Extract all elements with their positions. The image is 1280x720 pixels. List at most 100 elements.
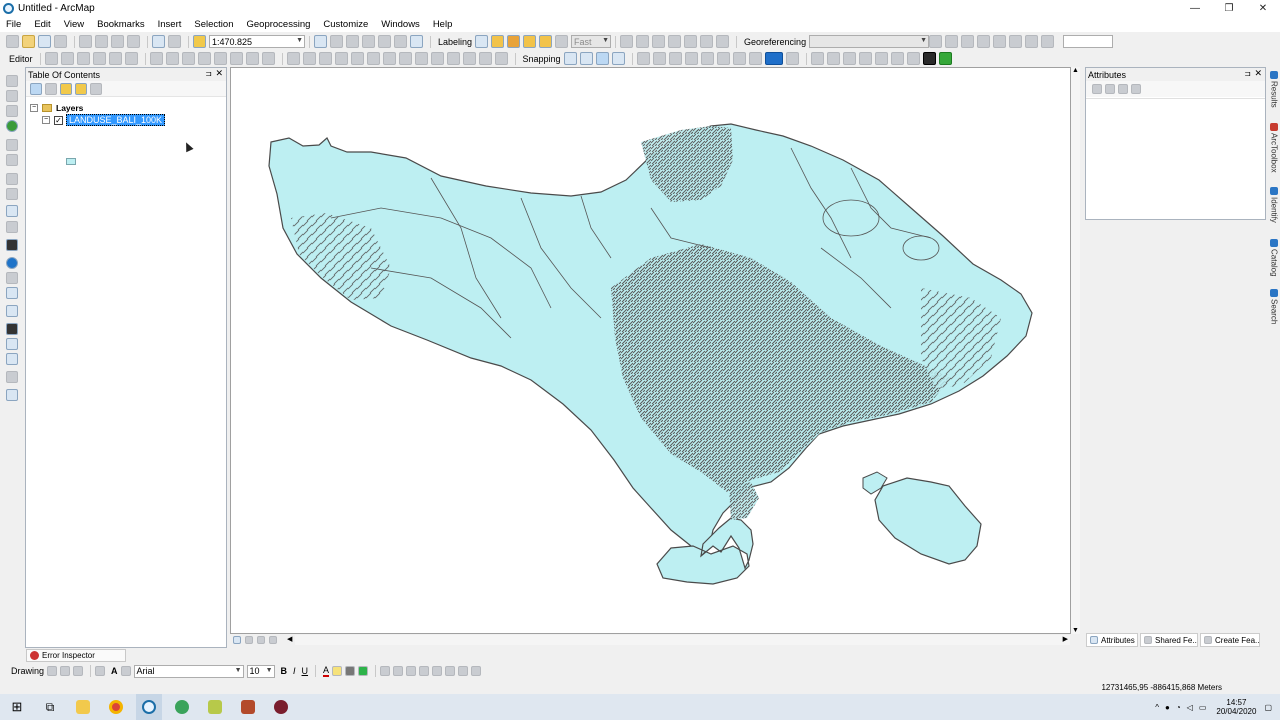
taskbar-arccatalog[interactable] <box>202 694 228 720</box>
simplify-icon[interactable] <box>471 666 482 676</box>
create-features-icon[interactable] <box>261 52 275 65</box>
restore-button[interactable]: ❐ <box>1212 0 1246 16</box>
offset-icon[interactable] <box>366 52 380 65</box>
reset-icon[interactable] <box>716 35 730 48</box>
point-snapping-icon[interactable] <box>563 52 577 65</box>
merge-icon[interactable] <box>478 52 492 65</box>
end-point-arc-icon[interactable] <box>92 52 106 65</box>
clear-selection-icon[interactable] <box>6 221 18 233</box>
label-weights-icon[interactable] <box>507 35 521 48</box>
shared-features-tab[interactable]: Shared Fe... <box>1140 633 1198 647</box>
html-popup-icon[interactable] <box>6 287 18 299</box>
zoom-out-fixed-icon[interactable] <box>668 52 682 65</box>
layer-symbol-swatch[interactable] <box>66 158 76 165</box>
menu-selection[interactable]: Selection <box>194 19 233 30</box>
collapse-layer-icon[interactable]: − <box>42 116 50 124</box>
delete-icon[interactable] <box>127 35 140 48</box>
cut-icon[interactable] <box>79 35 92 48</box>
reshape-feature-icon[interactable] <box>165 52 179 65</box>
green-tool-icon[interactable] <box>938 52 952 65</box>
distribute-icon[interactable] <box>445 666 456 676</box>
zoom-whole-page-icon[interactable] <box>826 52 840 65</box>
layer-name-label[interactable]: LANDUSE_BALI_100K <box>66 114 166 126</box>
taskbar-app-circle[interactable] <box>268 694 294 720</box>
page-icon[interactable] <box>748 52 762 65</box>
pause-labeling-icon[interactable] <box>539 35 553 48</box>
taskbar-file-explorer[interactable] <box>70 694 96 720</box>
attr-options-icon[interactable] <box>1118 84 1128 94</box>
minimize-button[interactable]: — <box>1178 0 1212 16</box>
font-color-icon[interactable]: A <box>323 665 330 677</box>
convert-labels-icon[interactable] <box>620 35 634 48</box>
rectangle-icon[interactable] <box>95 666 106 676</box>
edit-vertices-icon[interactable] <box>149 52 163 65</box>
task-view-button[interactable]: ⧉ <box>37 694 63 720</box>
trace-icon[interactable] <box>108 52 122 65</box>
taskbar-arcglobe[interactable] <box>169 694 195 720</box>
list-by-drawing-order-icon[interactable] <box>30 82 42 95</box>
map-horizontal-scrollbar[interactable]: ▶ ◀ <box>287 635 1070 645</box>
georef-value-input[interactable] <box>1063 35 1114 48</box>
layout-icon[interactable] <box>684 35 698 48</box>
rotate-element-icon[interactable] <box>60 666 71 676</box>
generalize-icon[interactable] <box>382 52 396 65</box>
go-to-xy-icon[interactable] <box>6 353 18 365</box>
change-layout-icon[interactable] <box>874 52 888 65</box>
search-window-icon[interactable] <box>362 35 375 48</box>
layers-root-node[interactable]: − Layers <box>30 102 83 114</box>
rotate-flip-icon[interactable] <box>458 666 469 676</box>
data-view-toggle-icon[interactable] <box>233 636 241 644</box>
data-view-icon[interactable] <box>732 52 746 65</box>
model-builder-icon[interactable] <box>410 35 423 48</box>
paste-icon[interactable] <box>111 35 124 48</box>
zoom-100-icon[interactable] <box>842 52 856 65</box>
show-hidden-icons-icon[interactable]: ^ <box>1155 703 1159 712</box>
pin-icon[interactable]: ⊐ <box>205 69 212 78</box>
viewer-window-icon[interactable] <box>6 389 18 401</box>
menu-bookmarks[interactable]: Bookmarks <box>97 19 145 30</box>
georeferencing-menu[interactable]: Georeferencing <box>744 37 806 47</box>
pan-icon[interactable] <box>684 52 698 65</box>
arctoolbox-tab[interactable]: ArcToolbox <box>1269 123 1279 183</box>
menu-view[interactable]: View <box>64 19 84 30</box>
clock[interactable]: 14:57 20/04/2020 <box>1216 698 1256 716</box>
find-icon[interactable] <box>6 323 18 335</box>
editor-menu[interactable]: Editor <box>9 54 33 64</box>
italic-icon[interactable]: I <box>293 666 296 676</box>
vertex-snapping-icon[interactable] <box>595 52 609 65</box>
refresh-view-icon[interactable] <box>257 636 265 644</box>
bold-icon[interactable]: B <box>281 666 288 676</box>
nudge-icon[interactable] <box>419 666 430 676</box>
taskbar-arcmap[interactable] <box>136 694 162 720</box>
refresh-icon[interactable] <box>700 52 714 65</box>
split-tool-icon[interactable] <box>197 52 211 65</box>
catalog-window-icon[interactable] <box>346 35 359 48</box>
underline-icon[interactable]: U <box>302 666 309 676</box>
attributes-close-icon[interactable]: ✕ <box>1254 68 1262 79</box>
font-name-combo[interactable]: Arial ▼ <box>133 664 244 678</box>
save-icon[interactable] <box>38 35 51 48</box>
zoom-in-icon[interactable] <box>6 75 18 87</box>
volume-icon[interactable]: ◁ <box>1187 703 1193 712</box>
command-line-icon[interactable] <box>922 52 936 65</box>
copy-icon[interactable] <box>95 35 108 48</box>
menu-help[interactable]: Help <box>433 19 453 30</box>
zoom-full-extent-icon[interactable] <box>636 52 650 65</box>
layout-tools-icon[interactable] <box>810 52 824 65</box>
end-snapping-icon[interactable] <box>579 52 593 65</box>
adjust-icon[interactable] <box>1041 35 1055 48</box>
label-priority-icon[interactable] <box>491 35 505 48</box>
align-icon[interactable] <box>432 666 443 676</box>
map-view[interactable] <box>230 67 1071 634</box>
menu-edit[interactable]: Edit <box>34 19 50 30</box>
list-by-visibility-icon[interactable] <box>60 82 72 95</box>
edit-vertices-draw-icon[interactable] <box>120 666 131 676</box>
go-forward-icon[interactable] <box>6 188 18 200</box>
attributes-pin-icon[interactable]: ⊐ <box>1244 69 1251 78</box>
close-button[interactable]: ✕ <box>1246 0 1280 16</box>
sketch-properties-icon[interactable] <box>245 52 259 65</box>
start-button[interactable]: ⊞ <box>4 694 30 720</box>
map-scale-combo[interactable]: 1:470.825 ▼ <box>209 35 305 48</box>
label-options-icon[interactable] <box>636 35 650 48</box>
buffer-icon[interactable] <box>414 52 428 65</box>
